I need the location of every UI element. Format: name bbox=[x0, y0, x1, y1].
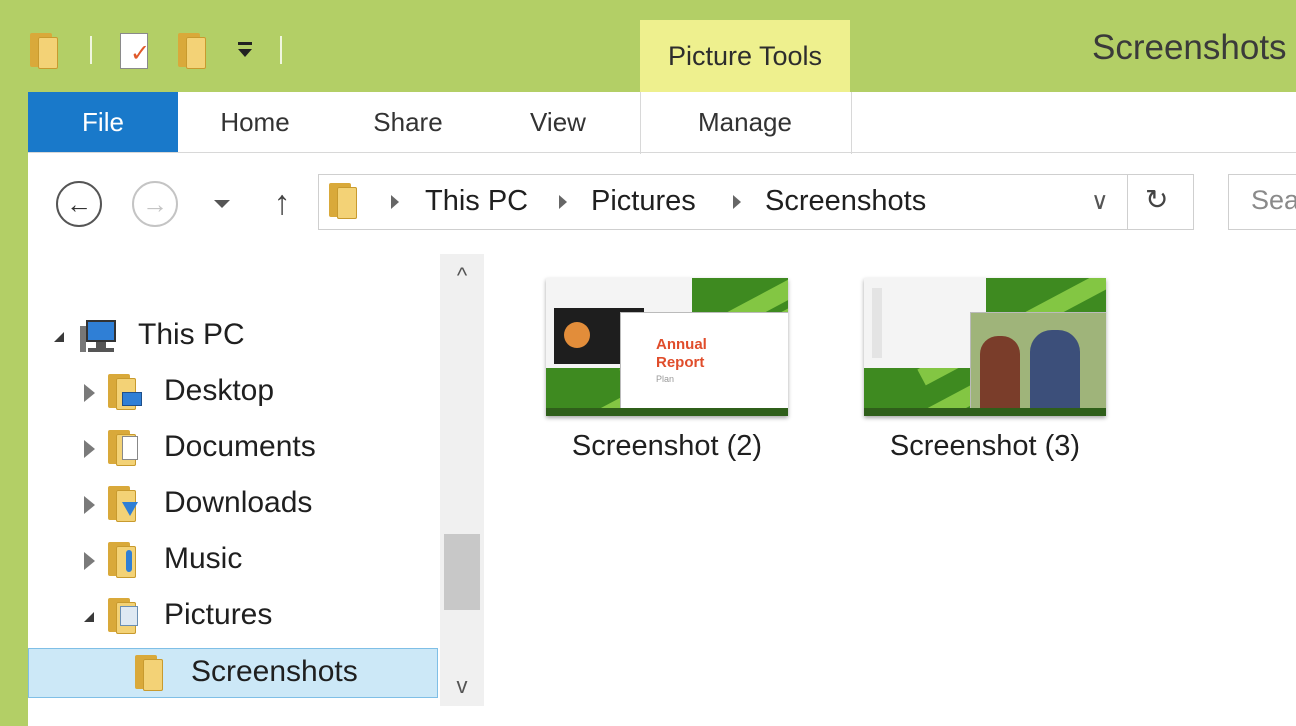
forward-button[interactable]: → bbox=[132, 181, 178, 227]
tree-item-downloads[interactable]: Downloads bbox=[28, 480, 438, 530]
expand-arrow-icon[interactable] bbox=[84, 612, 94, 622]
back-arrow-icon: ← bbox=[66, 188, 92, 219]
file-thumbnail: Annual Report Plan bbox=[546, 278, 788, 416]
quick-access-separator-2 bbox=[280, 36, 282, 64]
collapse-arrow-icon[interactable] bbox=[84, 552, 95, 570]
tab-view[interactable]: View bbox=[504, 92, 612, 152]
tab-manage[interactable]: Manage bbox=[640, 92, 850, 152]
folder-icon bbox=[135, 653, 165, 691]
breadcrumb-this-pc[interactable]: This PC bbox=[425, 185, 528, 218]
navigation-pane-scrollbar[interactable]: ^ v bbox=[440, 254, 484, 706]
tree-item-label: Documents bbox=[164, 430, 316, 463]
documents-folder-icon bbox=[108, 428, 138, 466]
back-button[interactable]: ← bbox=[56, 181, 102, 227]
tree-item-documents[interactable]: Documents bbox=[28, 424, 438, 474]
tree-item-label: Music bbox=[164, 542, 243, 575]
desktop-folder-icon bbox=[108, 372, 142, 410]
tree-item-desktop[interactable]: Desktop bbox=[28, 368, 438, 418]
tab-file[interactable]: File bbox=[28, 92, 178, 152]
collapse-arrow-icon[interactable] bbox=[84, 496, 95, 514]
navigation-pane: This PC Desktop Documents Downloads Musi bbox=[28, 254, 440, 726]
chevron-down-icon: v bbox=[456, 673, 468, 698]
breadcrumb-screenshots[interactable]: Screenshots bbox=[765, 185, 926, 218]
breadcrumb-pictures[interactable]: Pictures bbox=[591, 185, 696, 218]
quick-access-separator bbox=[90, 36, 92, 64]
tree-item-music[interactable]: Music bbox=[28, 536, 438, 586]
thumbnail-preview-sub: Plan bbox=[656, 374, 675, 384]
tab-share[interactable]: Share bbox=[350, 92, 466, 152]
breadcrumb-chevron-icon[interactable] bbox=[559, 195, 567, 209]
new-folder-icon bbox=[178, 31, 208, 69]
address-bar[interactable]: This PC Pictures Screenshots ∨ ↻ bbox=[318, 174, 1194, 230]
breadcrumb-chevron-icon[interactable] bbox=[391, 195, 399, 209]
file-item-screenshot-3[interactable]: Screenshot (3) bbox=[864, 278, 1106, 478]
properties-button[interactable]: ✓ bbox=[118, 30, 150, 70]
pictures-folder-icon bbox=[108, 596, 138, 634]
address-folder-icon bbox=[329, 181, 359, 219]
refresh-icon[interactable]: ↻ bbox=[1145, 183, 1168, 216]
downloads-folder-icon bbox=[108, 484, 138, 522]
properties-icon: ✓ bbox=[118, 31, 150, 69]
ribbon-divider bbox=[28, 152, 1296, 153]
collapse-arrow-icon[interactable] bbox=[84, 384, 95, 402]
thumbnail-preview-text: Annual Report bbox=[656, 336, 707, 371]
window-title: Screenshots bbox=[1092, 28, 1287, 67]
file-thumbnail bbox=[864, 278, 1106, 416]
scroll-down-button[interactable]: v bbox=[440, 666, 484, 706]
collapse-arrow-icon[interactable] bbox=[84, 440, 95, 458]
tree-item-this-pc[interactable]: This PC bbox=[28, 312, 438, 362]
file-name: Screenshot (2) bbox=[571, 430, 763, 462]
quick-access-folder-icon[interactable] bbox=[30, 30, 60, 70]
tree-item-screenshots[interactable]: Screenshots bbox=[28, 648, 438, 698]
scroll-thumb[interactable] bbox=[444, 534, 480, 610]
folder-icon bbox=[30, 31, 60, 69]
customize-quick-access-button[interactable] bbox=[236, 38, 254, 62]
chevron-up-icon: ^ bbox=[456, 263, 468, 288]
tab-home[interactable]: Home bbox=[196, 92, 314, 152]
tree-item-label: Desktop bbox=[164, 374, 275, 407]
tree-item-label: This PC bbox=[138, 318, 245, 351]
customize-dropdown-icon bbox=[238, 42, 252, 45]
computer-icon bbox=[80, 320, 120, 356]
music-folder-icon bbox=[108, 540, 138, 578]
recent-locations-dropdown-icon[interactable] bbox=[214, 200, 230, 208]
forward-arrow-icon: → bbox=[142, 188, 168, 219]
tree-item-label: Downloads bbox=[164, 486, 313, 519]
tree-item-label: Pictures bbox=[164, 598, 273, 631]
search-input[interactable]: Search Screenshots bbox=[1228, 174, 1296, 230]
breadcrumb-chevron-icon[interactable] bbox=[733, 195, 741, 209]
tree-item-pictures[interactable]: Pictures bbox=[28, 592, 438, 642]
scroll-up-button[interactable]: ^ bbox=[440, 254, 484, 298]
file-item-screenshot-2[interactable]: Annual Report Plan Screenshot (2) bbox=[546, 278, 788, 478]
expand-arrow-icon[interactable] bbox=[54, 332, 64, 342]
tree-item-label: Screenshots bbox=[191, 655, 358, 688]
address-divider bbox=[1127, 175, 1128, 229]
address-history-dropdown-icon[interactable]: ∨ bbox=[1091, 187, 1109, 216]
picture-tools-context-label: Picture Tools bbox=[640, 20, 850, 92]
new-folder-button[interactable] bbox=[178, 30, 208, 70]
up-arrow-icon: ↑ bbox=[273, 183, 291, 222]
window-left-border bbox=[0, 92, 28, 726]
up-button[interactable]: ↑ bbox=[266, 182, 298, 224]
file-name: Screenshot (3) bbox=[889, 430, 1081, 462]
